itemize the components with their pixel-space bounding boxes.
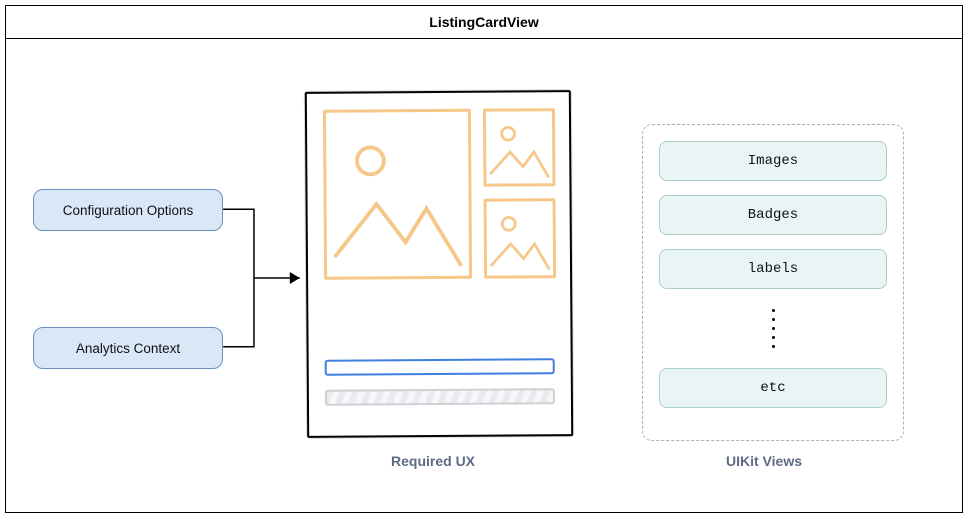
uikit-item-images: Images	[659, 141, 887, 181]
uikit-item-badges: Badges	[659, 195, 887, 235]
wireframe-secondary-bar	[325, 388, 555, 406]
uikit-views-panel: Images Badges labels etc	[642, 124, 904, 441]
ellipsis-dots	[772, 303, 775, 354]
diagram-title: ListingCardView	[6, 6, 962, 39]
diagram-container: ListingCardView Configuration Options An…	[5, 5, 963, 513]
image-placeholder-icon	[486, 111, 553, 183]
wireframe-image-small-1	[483, 108, 556, 187]
wireframe-text-field	[325, 358, 555, 376]
diagram-body: Configuration Options Analytics Context	[6, 39, 962, 509]
input-label: Configuration Options	[63, 203, 194, 218]
uikit-item-labels: labels	[659, 249, 887, 289]
wireframe-image-large	[323, 109, 472, 280]
uikit-item-etc: etc	[659, 368, 887, 408]
wireframe-image-small-2	[484, 198, 557, 279]
input-label: Analytics Context	[76, 341, 180, 356]
image-placeholder-icon	[326, 112, 469, 277]
input-configuration-options: Configuration Options	[33, 189, 223, 231]
caption-uikit-views: UIKit Views	[726, 453, 802, 469]
caption-required-ux: Required UX	[391, 453, 475, 469]
image-placeholder-icon	[487, 201, 554, 275]
input-analytics-context: Analytics Context	[33, 327, 223, 369]
required-ux-wireframe	[305, 90, 573, 438]
